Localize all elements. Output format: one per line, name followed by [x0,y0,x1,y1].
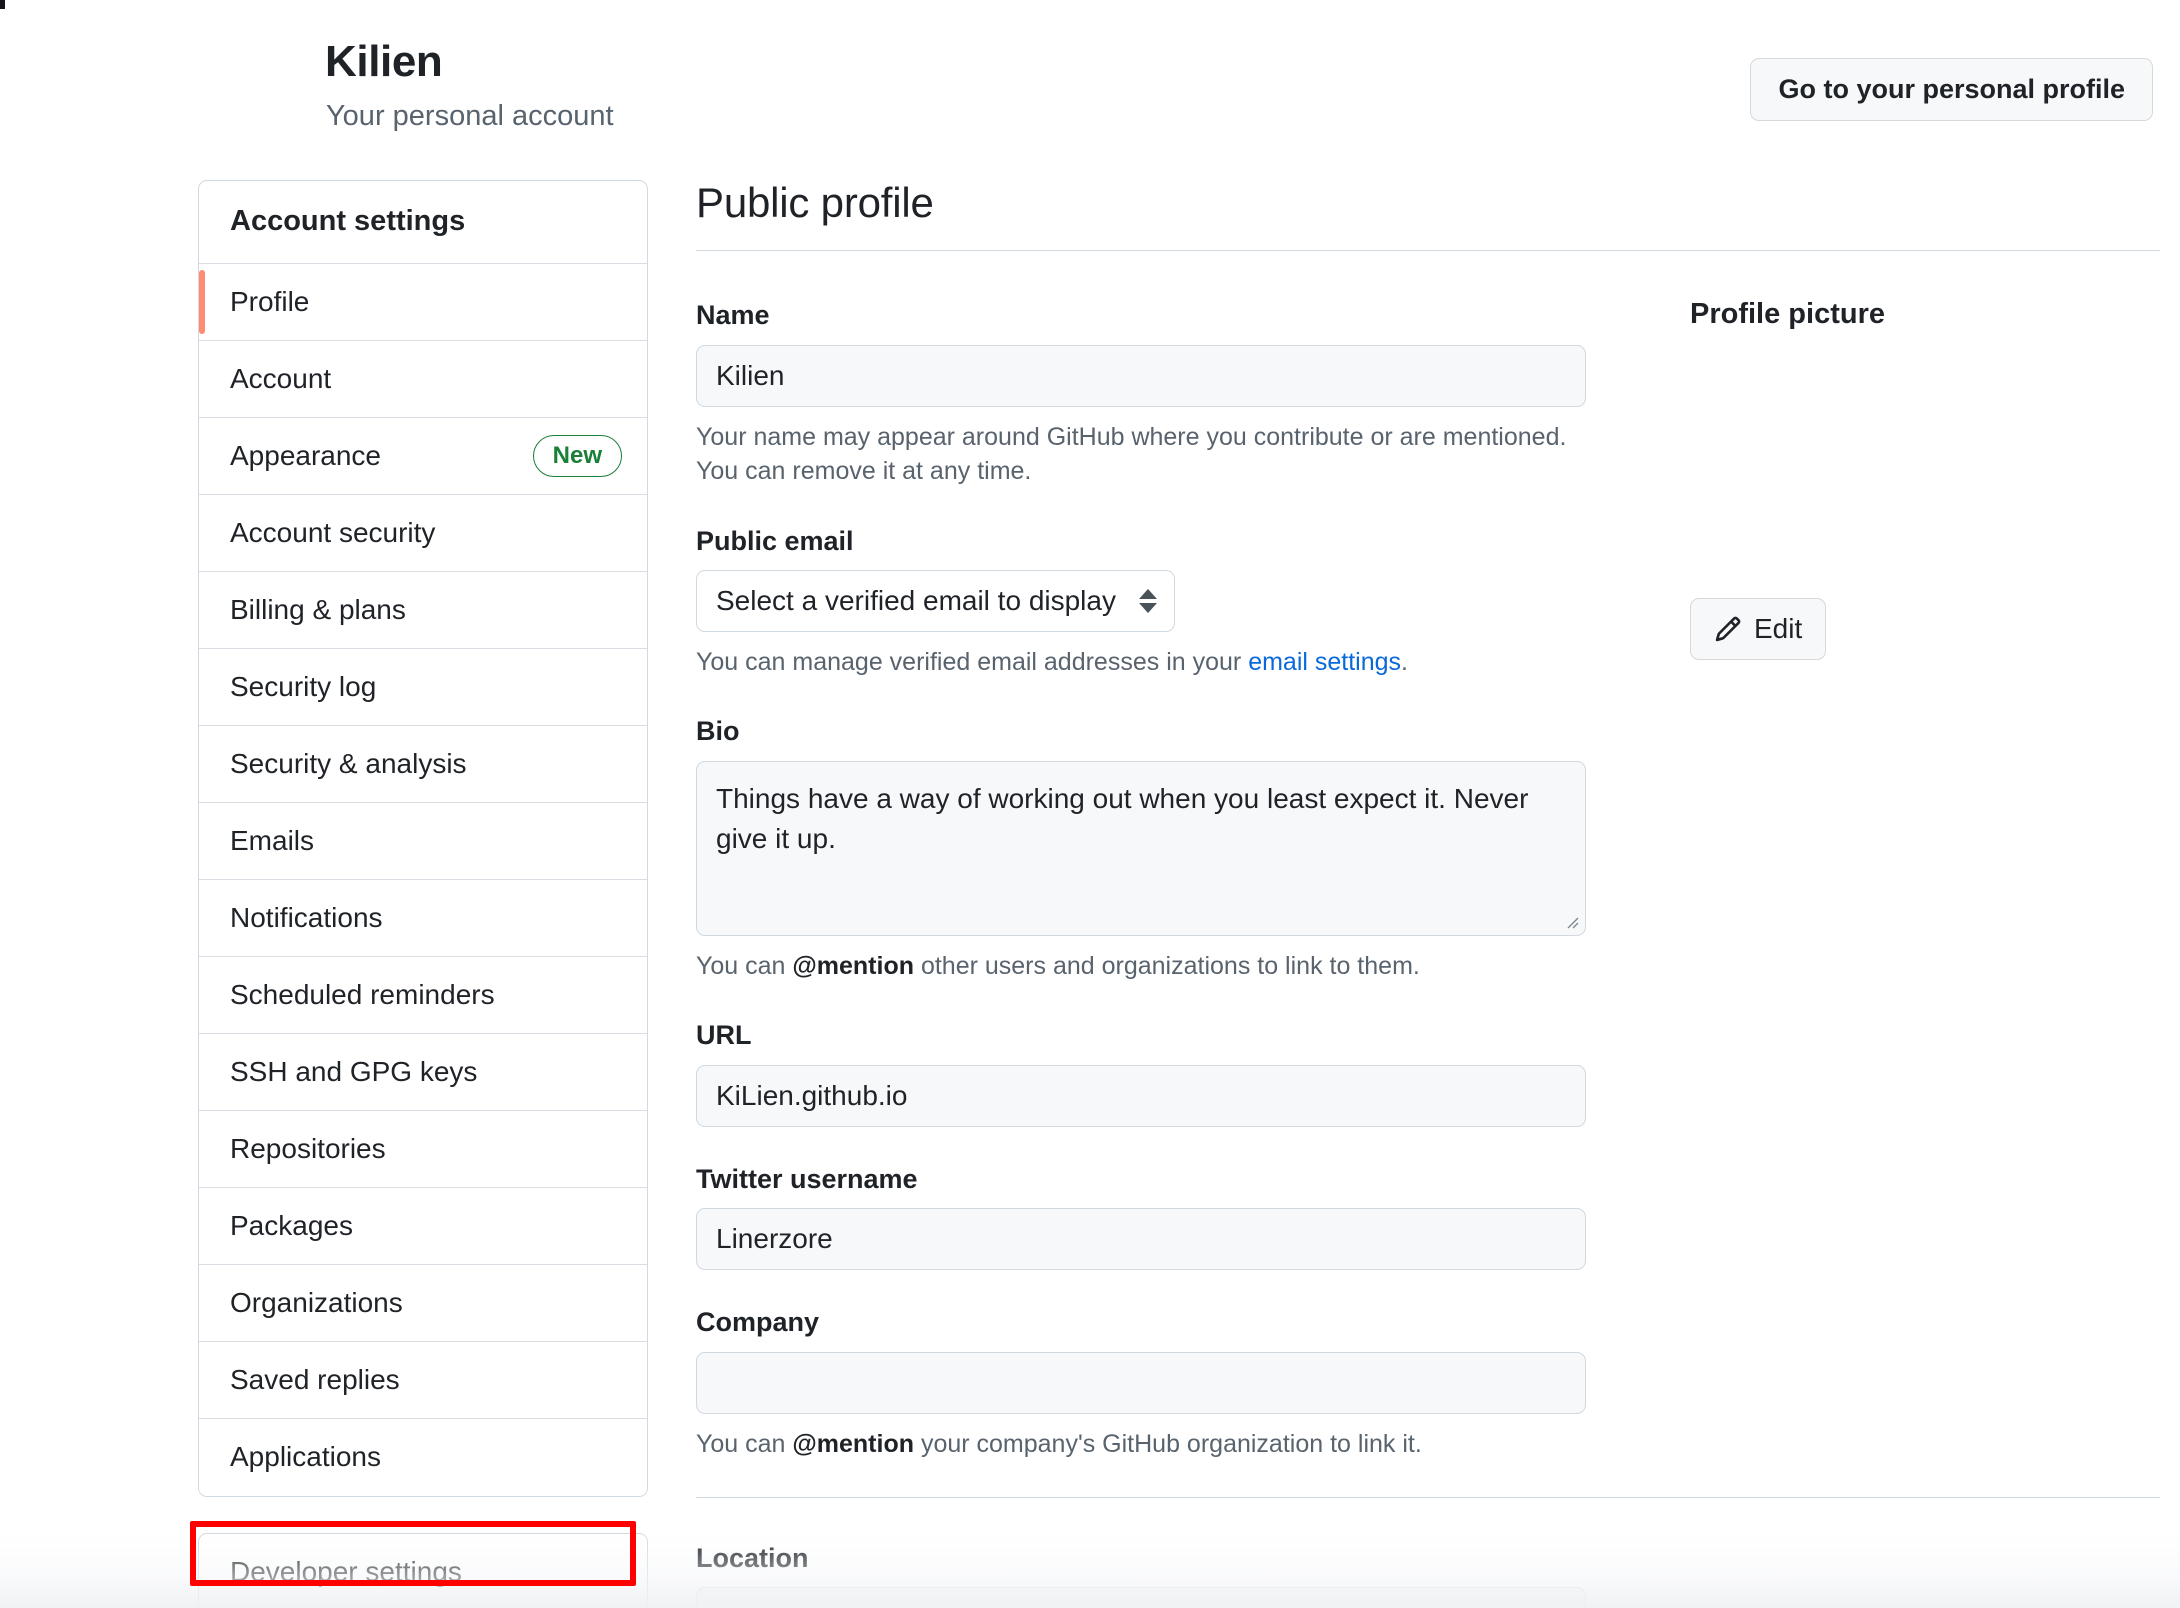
sidebar-item-appearance[interactable]: Appearance New [199,417,647,495]
profile-form: Name Your name may appear around GitHub … [696,299,2160,1608]
sidebar-item-label: Security log [230,670,377,702]
sidebar-item-saved-replies[interactable]: Saved replies [199,1341,647,1419]
public-email-label: Public email [696,525,854,556]
name-label: Name [696,300,770,331]
pencil-icon [1715,616,1741,642]
sidebar-item-label: Applications [230,1441,381,1473]
bio-label: Bio [696,716,740,747]
go-to-personal-profile-button[interactable]: Go to your personal profile [1750,58,2153,121]
bio-help-prefix: You can [696,951,793,980]
bio-mention-token: @mention [792,951,914,980]
url-input[interactable] [696,1064,1586,1127]
sidebar-item-label: Security & analysis [230,747,467,779]
sidebar-item-notifications[interactable]: Notifications [199,879,647,957]
company-input[interactable] [696,1351,1586,1414]
twitter-input[interactable] [696,1208,1586,1271]
sidebar-item-security-analysis[interactable]: Security & analysis [199,725,647,803]
bio-help-text: You can @mention other users and organiz… [696,949,1596,984]
company-help-suffix: your company's GitHub organization to li… [914,1429,1422,1458]
sidebar-item-security-log[interactable]: Security log [199,648,647,726]
url-label: URL [696,1020,752,1051]
public-email-select[interactable]: Select a verified email to display [696,569,1175,632]
sidebar-item-label: Emails [230,824,315,856]
sidebar-item-repositories[interactable]: Repositories [199,1110,647,1188]
public-email-help-suffix: . [1401,647,1408,676]
edit-avatar-button[interactable]: Edit [1690,598,1827,661]
twitter-label: Twitter username [696,1163,918,1194]
sidebar-item-applications[interactable]: Applications [199,1418,647,1496]
company-mention-token: @mention [792,1429,914,1458]
public-email-help-text: You can manage verified email addresses … [696,645,1596,680]
sidebar-item-label: Saved replies [230,1363,400,1395]
sidebar-item-label: Account [230,362,332,394]
page-header: Kilien Your personal account Go to your … [0,0,2180,168]
email-settings-link[interactable]: email settings [1248,648,1401,676]
sidebar-heading: Account settings [199,181,647,264]
field-company: Company You can @mention your company's … [696,1306,1596,1461]
field-public-email: Public email Select a verified email to … [696,525,1596,680]
sidebar-item-label: Billing & plans [230,593,406,625]
sidebar-item-profile[interactable]: Profile [199,263,647,341]
location-input[interactable] [696,1587,1586,1608]
sidebar-item-account-security[interactable]: Account security [199,494,647,572]
main-content: Public profile Name Your name may appear… [696,179,2160,1608]
public-email-help-prefix: You can manage verified email addresses … [696,647,1249,676]
sidebar-item-badge: New [532,434,622,477]
sidebar-item-account[interactable]: Account [199,340,647,418]
capture-artifact [0,0,5,9]
sidebar-item-label: Organizations [230,1286,403,1318]
company-location-divider [696,1497,2160,1499]
name-help-text: Your name may appear around GitHub where… [696,422,1567,486]
avatar[interactable] [1690,353,2110,566]
company-label: Company [696,1307,820,1338]
sidebar-item-label: Repositories [230,1132,386,1164]
field-twitter: Twitter username [696,1163,1596,1271]
sidebar-item-label: Packages [230,1209,353,1241]
sidebar-item-billing-plans[interactable]: Billing & plans [199,571,647,649]
sidebar-item-label: Notifications [230,901,383,933]
field-name: Name Your name may appear around GitHub … [696,299,1596,488]
sidebar-item-label: Account security [230,516,436,548]
field-location: Location [696,1542,1596,1608]
page-title: Public profile [696,179,934,226]
settings-sidebar: Account settings Profile Account Appearanc… [198,180,648,1608]
public-email-select-wrap: Select a verified email to display [696,569,1175,632]
bio-textarea[interactable] [696,760,1586,936]
sidebar-item-label: Scheduled reminders [230,978,495,1010]
profile-picture-section: Profile picture Edit [1690,298,2160,661]
account-subtitle: Your personal account [326,100,614,132]
bio-wrap [696,760,1586,936]
sidebar-item-label: Profile [230,285,310,317]
sidebar-item-ssh-and-gpg-keys[interactable]: SSH and GPG keys [199,1033,647,1111]
location-label: Location [696,1543,809,1574]
developer-settings-card: Developer settings [198,1532,648,1608]
sidebar-item-scheduled-reminders[interactable]: Scheduled reminders [199,956,647,1034]
name-input[interactable] [696,344,1586,407]
field-url: URL [696,1019,1596,1127]
account-settings-card: Account settings Profile Account Appearanc… [198,180,648,1497]
bio-help-suffix: other users and organizations to link to… [914,951,1420,980]
edit-avatar-label: Edit [1754,613,1803,645]
sidebar-item-packages[interactable]: Packages [199,1187,647,1265]
company-help-text: You can @mention your company's GitHub o… [696,1427,1596,1462]
sidebar-item-label: Appearance [230,439,382,471]
sidebar-item-emails[interactable]: Emails [199,802,647,880]
sidebar-item-label: SSH and GPG keys [230,1055,478,1087]
sidebar-item-organizations[interactable]: Organizations [199,1264,647,1342]
field-bio: Bio You can @mention other users and org… [696,715,1596,983]
sidebar-item-developer-settings[interactable]: Developer settings [199,1533,647,1608]
page-root: Kilien Your personal account Go to your … [0,0,2180,1608]
title-divider [696,250,2160,252]
profile-picture-title: Profile picture [1690,298,1885,331]
account-name: Kilien [325,37,443,86]
company-help-prefix: You can [696,1429,793,1458]
